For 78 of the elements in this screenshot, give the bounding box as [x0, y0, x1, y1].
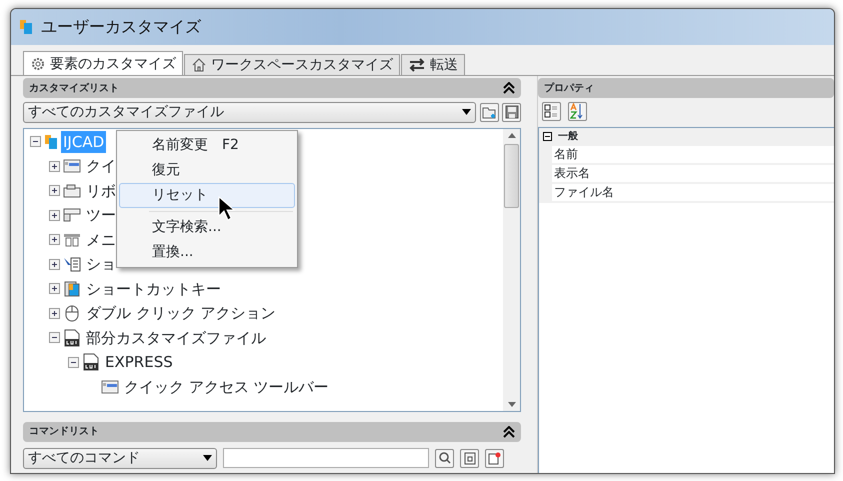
categorized-list-icon	[544, 104, 558, 118]
tree-item[interactable]: 部分カスタマイズファイル	[84, 326, 268, 349]
sort-az-icon	[570, 103, 584, 119]
collapse-icon[interactable]	[543, 132, 552, 141]
menu-item[interactable]: 復元	[119, 158, 295, 183]
collapse-icon[interactable]	[68, 356, 79, 368]
collapse-icon[interactable]	[30, 136, 41, 148]
tab[interactable]: 転送	[401, 54, 465, 75]
mouse-cursor-icon	[218, 196, 238, 222]
sort-az-button[interactable]	[568, 102, 586, 120]
caret-icon	[462, 109, 471, 115]
cui-file-icon	[63, 328, 81, 347]
expand-icon[interactable]	[49, 258, 60, 270]
property-name: 名前	[553, 146, 579, 162]
tree-item[interactable]: ツー	[84, 204, 118, 226]
toolbar-icon	[63, 158, 81, 174]
collapse-chevron-icon[interactable]	[503, 426, 515, 438]
command-filter-dropdown[interactable]: すべてのコマンド	[23, 448, 217, 468]
expand-icon[interactable]	[49, 283, 60, 294]
search-button[interactable]	[435, 448, 454, 468]
scroll-down-icon[interactable]	[508, 402, 516, 406]
tree-item[interactable]: クイ	[84, 155, 118, 178]
app-logo-icon	[44, 134, 58, 150]
scroll-up-icon[interactable]	[508, 132, 516, 138]
panel-title: コマンドリスト	[29, 425, 99, 439]
ribbon-icon	[63, 182, 81, 199]
tree-item[interactable]: EXPRESS	[103, 351, 175, 374]
tree-item[interactable]: ショートカットキー	[84, 278, 223, 300]
expand-icon[interactable]	[49, 308, 60, 319]
new-document-icon	[488, 452, 501, 464]
expand-icon[interactable]	[49, 210, 60, 221]
search-icon	[438, 452, 450, 464]
open-folder-button[interactable]	[480, 102, 498, 122]
scrollbar[interactable]	[503, 128, 520, 410]
property-name: ファイル名	[553, 184, 615, 200]
tab[interactable]: 要素のカスタマイズ	[23, 51, 183, 75]
transfer-arrows-icon	[408, 58, 426, 72]
caret-icon	[203, 455, 212, 461]
tree-item[interactable]: リボ	[84, 180, 118, 202]
folder-icon	[482, 106, 496, 118]
categorized-view-button[interactable]	[542, 102, 560, 120]
home-icon	[191, 57, 207, 73]
expand-icon[interactable]	[49, 160, 60, 172]
new-command-button[interactable]	[485, 448, 504, 468]
property-group-label: 一般	[558, 130, 578, 144]
pointer-menu-icon	[63, 256, 81, 272]
toolbar-icon	[101, 378, 119, 395]
tab[interactable]: ワークスペースカスタマイズ	[184, 54, 400, 75]
key-card-icon	[63, 280, 81, 297]
property-name: 表示名	[553, 164, 591, 182]
document-icon	[464, 452, 476, 464]
menu-item[interactable]: 置換...	[119, 240, 295, 265]
window-title: ユーザーカスタマイズ	[41, 16, 201, 38]
menu-item[interactable]: リセット	[119, 183, 295, 208]
shortcut-label: F2	[222, 136, 239, 155]
save-button[interactable]	[502, 102, 521, 122]
search-field[interactable]	[223, 448, 429, 468]
tree-item[interactable]: ダブル クリック アクション	[84, 302, 278, 324]
panel-title: プロパティ	[544, 81, 594, 96]
menu-icon	[63, 232, 81, 248]
tree-item[interactable]: メニ	[84, 228, 118, 251]
tree-item[interactable]: ショ	[84, 253, 118, 276]
mouse-icon	[63, 304, 81, 322]
expand-icon[interactable]	[49, 185, 60, 196]
command-button[interactable]	[460, 448, 479, 468]
filter-dropdown[interactable]: すべてのカスタマイズファイル	[23, 102, 476, 122]
collapse-icon[interactable]	[49, 332, 60, 344]
scroll-thumb[interactable]	[504, 144, 519, 208]
collapse-chevron-icon[interactable]	[503, 82, 515, 94]
tree-item[interactable]: クイック アクセス ツールバー	[122, 376, 331, 398]
menu-item[interactable]: 文字検索...	[119, 215, 295, 240]
app-logo-icon	[19, 19, 33, 35]
panel-title: カスタマイズリスト	[29, 82, 119, 96]
menu-item[interactable]: 名前変更 F2	[119, 133, 295, 158]
gear-icon	[30, 56, 46, 72]
cui-file-icon	[82, 353, 100, 372]
toolbars-icon	[63, 207, 81, 224]
expand-icon[interactable]	[49, 234, 60, 246]
